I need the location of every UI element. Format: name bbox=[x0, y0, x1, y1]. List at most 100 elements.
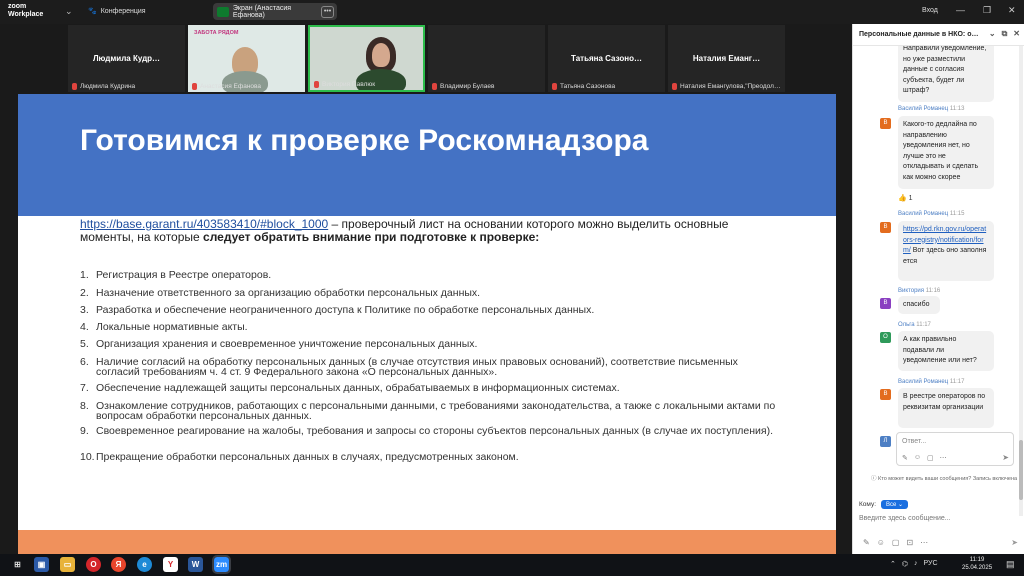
message-text: А как правильно подавали ли уведомление … bbox=[903, 336, 977, 364]
recipient-dropdown[interactable]: Все ⌄ bbox=[881, 500, 909, 509]
participant-tile[interactable]: ЗАБОТА РЯДОМ Анастасия Ефанова bbox=[188, 25, 305, 92]
message-input[interactable]: Введите здесь сообщение... bbox=[859, 515, 951, 522]
close-icon[interactable]: ✕ bbox=[1013, 29, 1020, 39]
file-icon[interactable]: ▢ bbox=[927, 454, 934, 462]
volume-icon[interactable]: ♪ bbox=[914, 560, 918, 568]
network-icon[interactable]: ⌬ bbox=[902, 560, 908, 568]
windows-start-icon[interactable]: ⊞ bbox=[10, 557, 25, 572]
item-text: Назначение ответственного за организацию… bbox=[96, 287, 481, 299]
participant-face bbox=[372, 43, 390, 67]
minimize-icon[interactable]: — bbox=[956, 5, 965, 15]
send-icon[interactable]: ➤ bbox=[1011, 538, 1018, 547]
message-author: Василий Романец bbox=[898, 106, 949, 112]
chat-message: спасибо bbox=[898, 296, 940, 314]
brand-line-1: zoom bbox=[8, 3, 27, 10]
chat-message: А как правильно подавали ли уведомление … bbox=[898, 331, 994, 371]
item-number: 9. bbox=[80, 425, 89, 437]
format-icon[interactable]: ✎ bbox=[863, 538, 870, 547]
file-explorer-icon[interactable]: ▭ bbox=[60, 557, 75, 572]
message-meta: Ольга 11:17 bbox=[898, 322, 931, 328]
emoji-icon[interactable]: ☺ bbox=[877, 538, 885, 547]
restore-icon[interactable]: ❐ bbox=[983, 5, 991, 16]
word-icon[interactable]: W bbox=[188, 557, 203, 572]
list-item: 2. Назначение ответственного за организац… bbox=[80, 288, 780, 305]
slide-title: Готовимся к проверке Роскомнадзора bbox=[80, 124, 649, 157]
presentation-slide: Готовимся к проверке Роскомнадзора https… bbox=[18, 94, 836, 554]
item-text: Регистрация в Реестре операторов. bbox=[96, 269, 272, 281]
notification-icon[interactable]: ▤ bbox=[1006, 559, 1015, 570]
item-text: Наличие согласий на обработку персональн… bbox=[96, 356, 738, 378]
message-time: 11:13 bbox=[949, 106, 965, 112]
participant-tile[interactable]: Людмила Кудр… Людмила Кудрина bbox=[68, 25, 185, 92]
participant-tile[interactable]: Татьяна Сазоно… Татьяна Сазонова bbox=[548, 25, 665, 92]
opera-icon[interactable]: O bbox=[86, 557, 101, 572]
save-icon[interactable]: ▣ bbox=[34, 557, 49, 572]
garant-link[interactable]: https://base.garant.ru/403583410/#block_… bbox=[80, 217, 328, 231]
message-author: Василий Романец bbox=[898, 379, 949, 385]
chat-message: Направили уведомление, но уже разместили… bbox=[898, 46, 994, 102]
participant-tile-active-speaker[interactable]: Виктория Павлюк bbox=[308, 25, 425, 92]
message-text: спасибо bbox=[903, 301, 930, 308]
avatar: В bbox=[880, 118, 891, 129]
scroll-thumb[interactable] bbox=[1019, 440, 1023, 500]
screen-share-indicator[interactable]: Экран (Анастасия Ефанова) ••• bbox=[213, 3, 337, 20]
item-text: Организация хранения и своевременное уни… bbox=[96, 338, 478, 350]
file-icon[interactable]: ▢ bbox=[892, 538, 900, 547]
chat-title: Персональные данные в НКО: о… bbox=[859, 31, 979, 38]
participant-tile[interactable]: Наталия Еманг… Наталия Емангулова,"Преод… bbox=[668, 25, 785, 92]
list-item: 7. Обеспечение надлежащей защиты персонал… bbox=[80, 383, 780, 401]
zoom-logo: zoom Workplace bbox=[8, 3, 43, 19]
language-indicator[interactable]: РУС bbox=[924, 560, 938, 568]
message-meta: Василий Романец 11:15 bbox=[898, 211, 964, 217]
list-item: 4. Локальные нормативные акты. bbox=[80, 322, 780, 339]
intro-bold: следует обратить внимание при подготовке… bbox=[203, 230, 540, 244]
taskbar-clock[interactable]: 11:19 25.04.2025 bbox=[962, 556, 992, 572]
item-text: Разработка и обеспечение неограниченного… bbox=[96, 304, 595, 316]
send-icon[interactable]: ➤ bbox=[1002, 453, 1009, 462]
screenshot-icon[interactable]: ⊡ bbox=[906, 538, 913, 547]
more-icon[interactable]: ⋯ bbox=[940, 454, 947, 462]
chevron-up-icon[interactable]: ⌃ bbox=[890, 560, 896, 568]
participant-gallery: Людмила Кудр… Людмила Кудрина ЗАБОТА РЯД… bbox=[0, 24, 852, 94]
reply-input[interactable]: Ответ... ✎ ☺ ▢ ⋯ ➤ bbox=[896, 432, 1014, 466]
item-number: 1. bbox=[80, 269, 89, 281]
participant-name: Наталия Емангулова,"Преодол… bbox=[680, 83, 781, 90]
yandex-browser-icon[interactable]: Y bbox=[163, 557, 178, 572]
reaction-thumbs-up[interactable]: 👍 1 bbox=[898, 194, 913, 202]
close-icon[interactable]: ✕ bbox=[1008, 5, 1016, 16]
format-icon[interactable]: ✎ bbox=[902, 454, 908, 462]
chat-message: В реестре операторов по реквизитам орган… bbox=[898, 388, 994, 428]
yandex-icon[interactable]: Я bbox=[111, 557, 126, 572]
title-bar: zoom Workplace ⌄ 🐾 Конференция Экран (Ан… bbox=[0, 0, 1024, 24]
message-author: Василий Романец bbox=[898, 211, 949, 217]
mic-muted-icon bbox=[192, 83, 197, 90]
list-item: 6. Наличие согласий на обработку персонал… bbox=[80, 357, 780, 383]
message-meta: Василий Романец 11:13 bbox=[898, 106, 964, 112]
message-author: Ольга bbox=[898, 322, 915, 328]
item-text: Прекращение обработки персональных данны… bbox=[96, 451, 519, 463]
more-icon[interactable]: ••• bbox=[321, 5, 334, 18]
chat-message: https://pd.rkn.gov.ru/operators-registry… bbox=[898, 221, 994, 281]
avatar: О bbox=[880, 332, 891, 343]
conference-menu[interactable]: 🐾 Конференция bbox=[88, 7, 146, 16]
org-logo: ЗАБОТА РЯДОМ bbox=[194, 30, 239, 36]
info-icon: ⓘ bbox=[871, 476, 879, 482]
item-number: 2. bbox=[80, 287, 89, 299]
edge-icon[interactable]: e bbox=[137, 557, 152, 572]
pop-out-icon[interactable]: ⧉ bbox=[1002, 29, 1008, 39]
chat-scrollbar[interactable] bbox=[1019, 46, 1023, 516]
more-icon[interactable]: ⋯ bbox=[920, 538, 928, 547]
chevron-down-icon[interactable]: ⌄ bbox=[989, 29, 996, 39]
emoji-icon[interactable]: ☺ bbox=[914, 454, 921, 462]
list-item: 9. Своевременное реагирование на жалобы, … bbox=[80, 426, 780, 452]
list-item: 8. Ознакомление сотрудников, работающих с… bbox=[80, 401, 780, 426]
login-button[interactable]: Вход bbox=[922, 7, 938, 14]
mic-muted-icon bbox=[672, 83, 677, 90]
checklist: 1. Регистрация в Реестре операторов. 2. На… bbox=[80, 270, 780, 468]
zoom-taskbar-icon[interactable]: zm bbox=[212, 555, 231, 574]
participant-tile[interactable]: Владимир Булаев bbox=[428, 25, 545, 92]
chevron-down-icon[interactable]: ⌄ bbox=[65, 6, 73, 17]
item-text: Своевременное реагирование на жалобы, тр… bbox=[96, 425, 774, 437]
recording-notice[interactable]: ⓘ Кто может видеть ваши сообщения? Запис… bbox=[871, 476, 1021, 483]
clock-date: 25.04.2025 bbox=[962, 565, 993, 571]
